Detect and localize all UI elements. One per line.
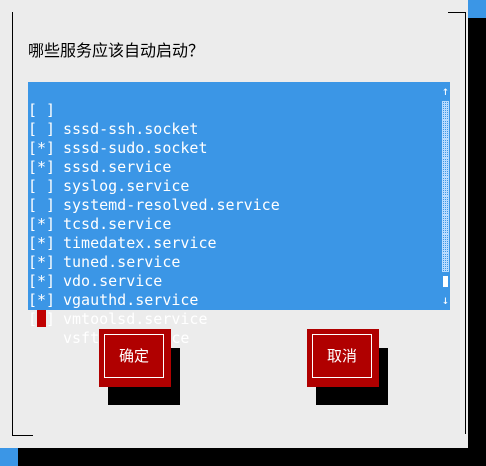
service-list[interactable]: [ ] sssd-ssh.socket [ ] sssd-sudo.socket… <box>28 82 450 347</box>
service-item[interactable]: [ ] sssd-ssh.socket <box>28 82 438 138</box>
scroll-track[interactable] <box>442 139 449 158</box>
service-item[interactable]: [*] vmtoolsd.service <box>28 272 438 328</box>
frame-gap <box>33 434 467 437</box>
frame-gap <box>13 11 448 13</box>
service-item[interactable]: [*] timedatex.service <box>28 196 438 252</box>
scroll-track[interactable] <box>442 177 449 196</box>
cancel-button[interactable]: 取消 <box>307 329 379 387</box>
scroll-track[interactable] <box>442 253 449 272</box>
scroll-track[interactable] <box>442 215 449 234</box>
service-item[interactable]: [*] sssd.service <box>28 120 438 176</box>
service-name: vmtoolsd.service <box>63 310 208 328</box>
service-checkbox-focused[interactable]: [] <box>28 310 58 329</box>
service-item[interactable]: [*] tuned.service <box>28 215 438 271</box>
dialog-prompt: 哪些服务应该自动启动？ <box>28 41 205 60</box>
ok-button[interactable]: 确定 <box>99 329 171 387</box>
scroll-thumb[interactable] <box>443 276 448 287</box>
scroll-up-arrow-icon[interactable]: ↑ <box>441 82 450 101</box>
service-item[interactable]: [ ] tcsd.service <box>28 177 438 233</box>
scroll-track[interactable] <box>442 101 449 120</box>
cancel-button-label: 取消 <box>312 334 372 378</box>
service-item[interactable]: [ ] sssd-sudo.socket <box>28 101 438 157</box>
scroll-track[interactable] <box>442 196 449 215</box>
list-scrollbar[interactable]: ↑ ↓ <box>441 82 450 310</box>
scroll-track[interactable] <box>442 120 449 139</box>
service-item[interactable]: [*] vdo.service <box>28 234 438 290</box>
text-cursor <box>37 310 47 327</box>
scroll-track[interactable] <box>442 234 449 253</box>
service-item-focused[interactable]: [] vsftpd.service <box>28 291 438 347</box>
service-item[interactable]: [*] vgauthd.service <box>28 253 438 309</box>
scroll-down-arrow-icon[interactable]: ↓ <box>441 291 450 310</box>
service-item[interactable]: [ ] systemd-resolved.service <box>28 158 438 214</box>
ok-button-label: 确定 <box>104 334 164 378</box>
service-dialog: 哪些服务应该自动启动？ [ ] sssd-ssh.socket [ ] sssd… <box>0 0 468 448</box>
service-item[interactable]: [*] syslog.service <box>28 139 438 195</box>
scroll-track[interactable] <box>442 158 449 177</box>
